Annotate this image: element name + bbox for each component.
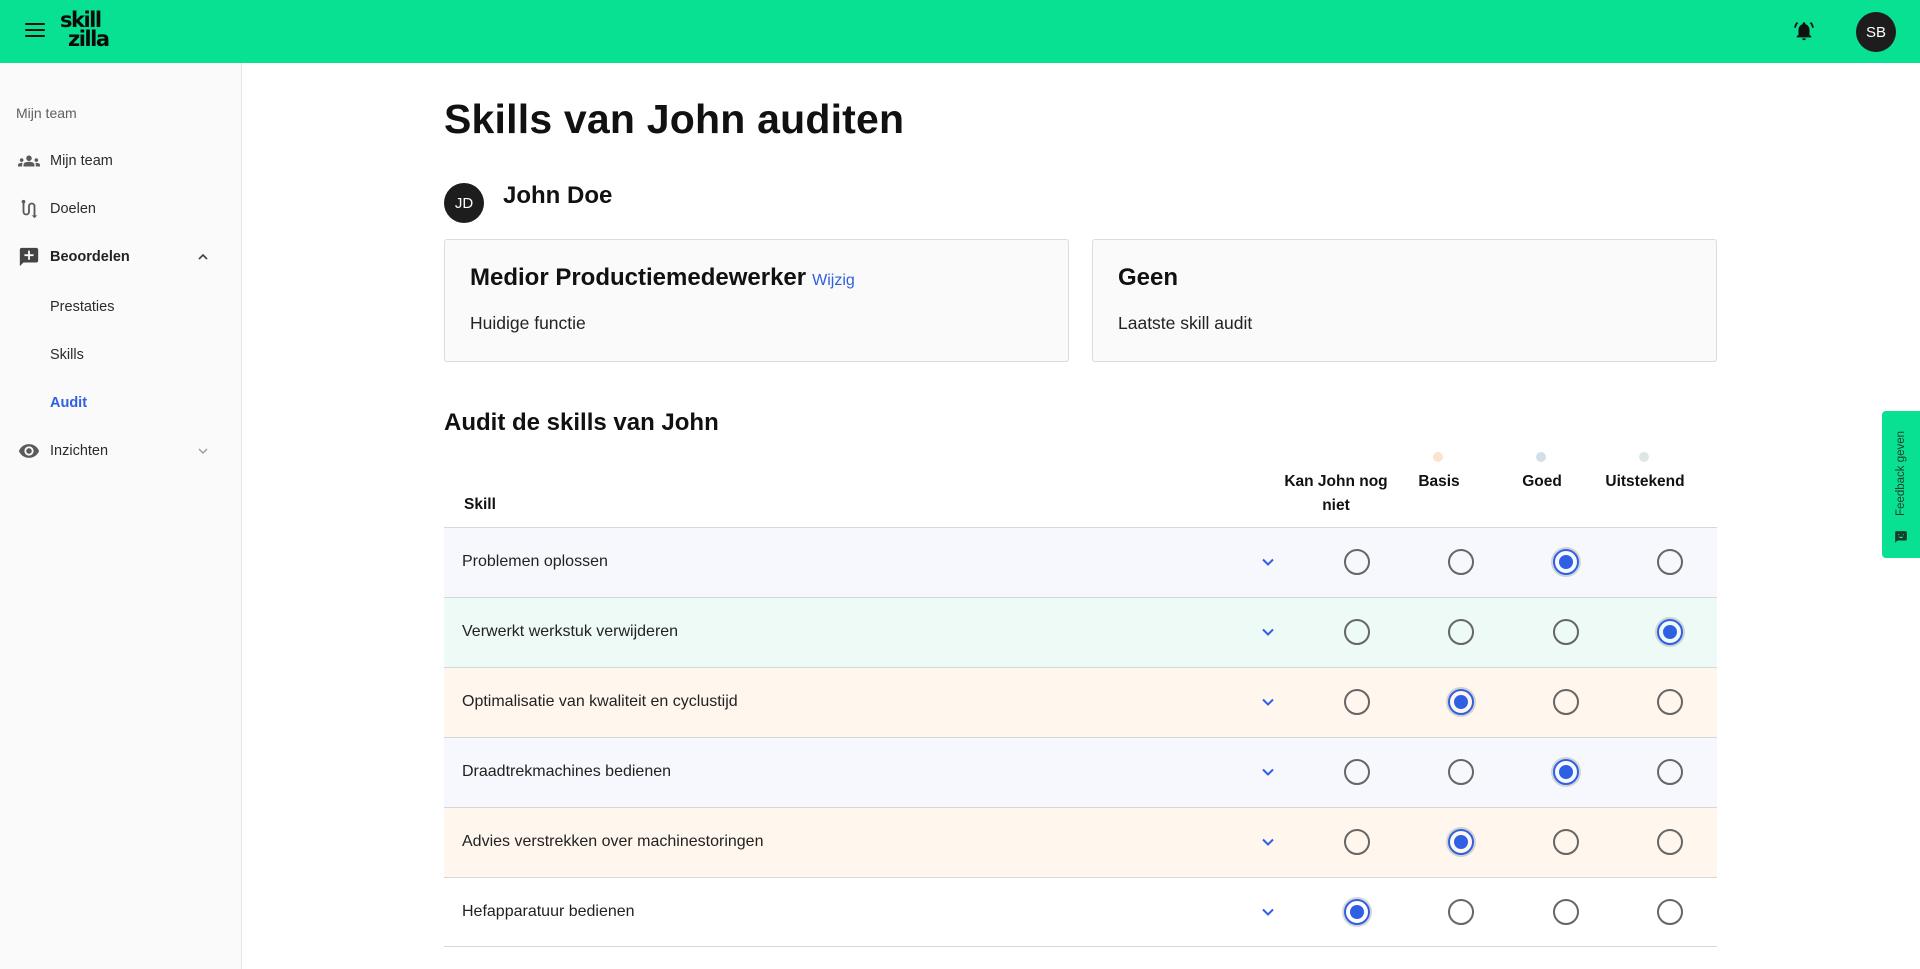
- chevron-down-icon[interactable]: [1258, 692, 1278, 712]
- level-radio-kan-niet[interactable]: [1344, 549, 1370, 575]
- skill-row: Hefapparatuur bedienen: [444, 877, 1717, 947]
- skill-row: Advies verstrekken over machinestoringen: [444, 807, 1717, 877]
- level-radio-uitstekend[interactable]: [1657, 619, 1683, 645]
- chevron-down-icon[interactable]: [1258, 762, 1278, 782]
- level-radio-kan-niet[interactable]: [1344, 899, 1370, 925]
- card-subtitle: Laatste skill audit: [1118, 313, 1253, 333]
- skill-name: Verwerkt werkstuk verwijderen: [462, 623, 679, 640]
- person-name: John Doe: [503, 182, 613, 209]
- chevron-down-icon[interactable]: [195, 443, 211, 459]
- level-radio-basis[interactable]: [1448, 899, 1474, 925]
- skillzilla-logo[interactable]: skill zilla: [60, 10, 124, 53]
- change-function-link[interactable]: Wijzig: [812, 272, 855, 289]
- level-radio-goed[interactable]: [1553, 619, 1579, 645]
- logo-text-line-2: zilla: [68, 27, 110, 51]
- level-radio-basis[interactable]: [1448, 829, 1474, 855]
- user-avatar[interactable]: SB: [1856, 12, 1896, 52]
- level-radio-kan-niet[interactable]: [1344, 689, 1370, 715]
- level-radio-kan-niet[interactable]: [1344, 619, 1370, 645]
- skills-table: Problemen oplossen Verwerkt werkstuk verw…: [444, 527, 1717, 947]
- skill-name: Draadtrekmachines bedienen: [462, 763, 672, 780]
- card-title: Medior Productiemedewerker Wijzig: [470, 264, 855, 292]
- add-comment-icon: [17, 245, 41, 269]
- level-radio-uitstekend[interactable]: [1657, 689, 1683, 715]
- sidebar-subitem-audit[interactable]: Audit: [50, 395, 87, 411]
- level-radio-basis[interactable]: [1448, 689, 1474, 715]
- sidebar-subitem-skills[interactable]: Skills: [50, 347, 84, 363]
- route-icon: [17, 197, 41, 221]
- level-radio-goed[interactable]: [1553, 899, 1579, 925]
- level-color-dot: [1536, 452, 1546, 462]
- level-radio-uitstekend[interactable]: [1657, 829, 1683, 855]
- column-header-goed: Goed: [1522, 473, 1562, 490]
- sidebar-section-label: Mijn team: [16, 105, 77, 121]
- person-avatar: JD: [444, 183, 484, 223]
- chevron-down-icon[interactable]: [1258, 622, 1278, 642]
- sidebar-item-beoordelen[interactable]: Beoordelen: [0, 239, 242, 275]
- feedback-icon: [1894, 530, 1908, 544]
- sidebar-item-label: Mijn team: [50, 153, 113, 169]
- level-color-dot: [1433, 452, 1443, 462]
- audit-section-title: Audit de skills van John: [444, 409, 719, 436]
- feedback-label: Feedback geven: [1895, 430, 1907, 517]
- card-title: Geen: [1118, 264, 1179, 291]
- sidebar: Mijn team Mijn team Doelen Beoordelen Pr…: [0, 63, 242, 969]
- level-radio-uitstekend[interactable]: [1657, 759, 1683, 785]
- feedback-tab[interactable]: Feedback geven: [1882, 411, 1920, 558]
- skill-name: Hefapparatuur bedienen: [462, 903, 635, 920]
- chevron-up-icon[interactable]: [195, 249, 211, 265]
- skill-row: Draadtrekmachines bedienen: [444, 737, 1717, 807]
- sidebar-item-doelen[interactable]: Doelen: [0, 191, 242, 227]
- level-radio-goed[interactable]: [1553, 549, 1579, 575]
- sidebar-item-label: Doelen: [50, 201, 96, 217]
- card-subtitle: Huidige functie: [470, 313, 586, 333]
- current-function-card: Medior Productiemedewerker Wijzig Huidige…: [444, 239, 1069, 362]
- level-radio-uitstekend[interactable]: [1657, 899, 1683, 925]
- chevron-down-icon[interactable]: [1258, 902, 1278, 922]
- bell-icon[interactable]: [1793, 20, 1815, 42]
- sidebar-item-label: Beoordelen: [50, 249, 130, 265]
- skill-name: Advies verstrekken over machinestoringen: [462, 833, 764, 850]
- level-radio-basis[interactable]: [1448, 759, 1474, 785]
- column-header-basis: Basis: [1418, 473, 1460, 490]
- function-title: Medior Productiemedewerker: [470, 264, 807, 291]
- level-radio-goed[interactable]: [1553, 689, 1579, 715]
- column-header-uitstekend: Uitstekend: [1605, 473, 1685, 490]
- chevron-down-icon[interactable]: [1258, 552, 1278, 572]
- level-radio-kan-niet[interactable]: [1344, 829, 1370, 855]
- top-bar: skill zilla SB: [0, 0, 1920, 63]
- people-icon: [17, 149, 41, 173]
- level-radio-goed[interactable]: [1553, 759, 1579, 785]
- page-title: Skills van John auditen: [444, 96, 905, 142]
- eye-icon: [17, 439, 41, 463]
- column-header-skill: Skill: [464, 496, 496, 513]
- sidebar-item-mijn-team[interactable]: Mijn team: [0, 143, 242, 179]
- skill-row: Optimalisatie van kwaliteit en cyclustij…: [444, 667, 1717, 737]
- sidebar-item-label: Inzichten: [50, 443, 109, 459]
- level-radio-kan-niet[interactable]: [1344, 759, 1370, 785]
- skill-row: Problemen oplossen: [444, 527, 1717, 597]
- level-radio-basis[interactable]: [1448, 549, 1474, 575]
- menu-icon[interactable]: [25, 23, 45, 39]
- level-color-dot: [1639, 452, 1649, 462]
- chevron-down-icon[interactable]: [1258, 832, 1278, 852]
- level-radio-basis[interactable]: [1448, 619, 1474, 645]
- sidebar-subitem-prestaties[interactable]: Prestaties: [50, 299, 114, 315]
- level-radio-goed[interactable]: [1553, 829, 1579, 855]
- skill-row: Verwerkt werkstuk verwijderen: [444, 597, 1717, 667]
- column-header-kan-niet: Kan John nog niet: [1284, 473, 1388, 514]
- sidebar-item-inzichten[interactable]: Inzichten: [0, 433, 242, 469]
- skill-name: Optimalisatie van kwaliteit en cyclustij…: [462, 693, 738, 710]
- last-audit-card: Geen Laatste skill audit: [1092, 239, 1717, 362]
- level-radio-uitstekend[interactable]: [1657, 549, 1683, 575]
- skill-name: Problemen oplossen: [462, 553, 608, 570]
